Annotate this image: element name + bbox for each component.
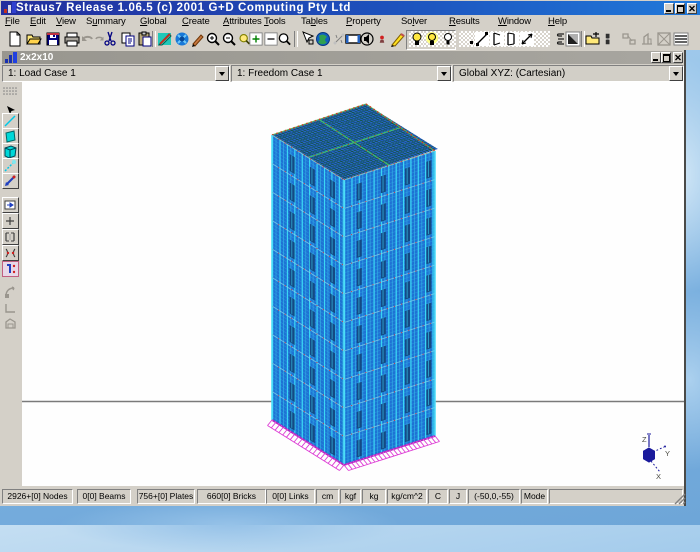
svg-text:Y: Y: [665, 449, 670, 458]
svg-text:X: X: [656, 472, 661, 481]
svg-text:Z: Z: [642, 435, 647, 444]
